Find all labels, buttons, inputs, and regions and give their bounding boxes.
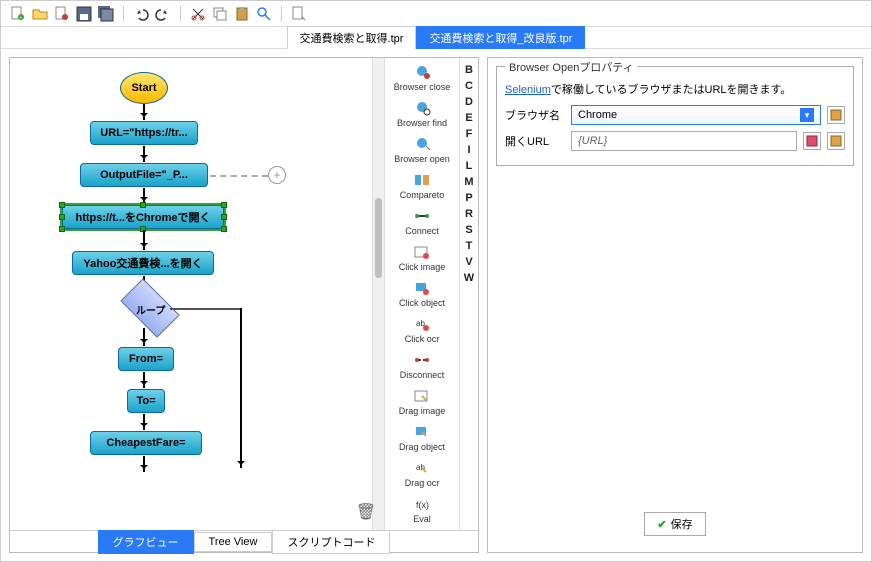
idx-W[interactable]: W bbox=[464, 272, 474, 284]
svg-text:f(x): f(x) bbox=[416, 500, 429, 510]
alphabet-index: B C D E F I L M P R S T V W bbox=[460, 58, 478, 530]
idx-M[interactable]: M bbox=[464, 176, 473, 188]
cmd-compareto[interactable]: Compareto bbox=[400, 172, 445, 200]
cmd-click-image[interactable]: Click image bbox=[399, 244, 446, 272]
start-node[interactable]: Start bbox=[120, 72, 168, 104]
command-palette: Browser close Browser find Browser open … bbox=[385, 58, 460, 530]
add-branch-icon[interactable]: + bbox=[268, 166, 286, 184]
cmd-browser-close[interactable]: Browser close bbox=[394, 64, 451, 92]
cmd-click-ocr[interactable]: abClick ocr bbox=[405, 316, 440, 344]
idx-S[interactable]: S bbox=[465, 224, 472, 236]
idx-L[interactable]: L bbox=[466, 160, 473, 172]
save-button[interactable]: ✔ 保存 bbox=[644, 512, 705, 536]
saveall-icon[interactable] bbox=[97, 5, 115, 23]
open-file-icon[interactable] bbox=[31, 5, 49, 23]
idx-D[interactable]: D bbox=[465, 96, 473, 108]
property-description: Seleniumで稼働しているブラウザまたはURLを開きます。 bbox=[505, 81, 845, 97]
idx-C[interactable]: C bbox=[465, 80, 473, 92]
undo-icon[interactable] bbox=[132, 5, 150, 23]
cmd-connect[interactable]: Connect bbox=[405, 208, 439, 236]
new-file-icon[interactable]: + bbox=[9, 5, 27, 23]
chevron-down-icon: ▾ bbox=[800, 108, 814, 122]
idx-R[interactable]: R bbox=[465, 208, 473, 220]
idx-I[interactable]: I bbox=[467, 144, 470, 156]
idx-P[interactable]: P bbox=[465, 192, 472, 204]
toolbar: + bbox=[1, 1, 871, 27]
viewtab-tree[interactable]: Tree View bbox=[194, 532, 273, 552]
paste-icon[interactable] bbox=[233, 5, 251, 23]
url-pick-icon[interactable] bbox=[827, 132, 845, 150]
url-input[interactable]: {URL} bbox=[571, 131, 797, 151]
idx-V[interactable]: V bbox=[465, 256, 472, 268]
redo-icon[interactable] bbox=[154, 5, 172, 23]
idx-F[interactable]: F bbox=[466, 128, 473, 140]
copy-icon[interactable] bbox=[211, 5, 229, 23]
editor-tabs: 交通費検索と取得.tpr 交通費検索と取得_改良版.tpr bbox=[1, 27, 871, 49]
browser-label: ブラウザ名 bbox=[505, 107, 565, 123]
node-url[interactable]: URL="https://tr... bbox=[90, 121, 198, 145]
property-group-title: Browser Openプロパティ bbox=[505, 59, 638, 75]
cmd-drag-ocr[interactable]: abDrag ocr bbox=[405, 460, 440, 488]
idx-T[interactable]: T bbox=[466, 240, 473, 252]
trash-icon[interactable]: 🗑 bbox=[356, 502, 376, 522]
browser-select[interactable]: Chrome ▾ bbox=[571, 105, 821, 125]
refresh-icon[interactable] bbox=[290, 5, 308, 23]
node-outputfile[interactable]: OutputFile="_P... bbox=[80, 163, 208, 187]
flowchart-panel: Start URL="https://tr... OutputFile="_P.… bbox=[9, 57, 479, 553]
tab-file-0[interactable]: 交通費検索と取得.tpr bbox=[287, 26, 417, 49]
node-yahoo[interactable]: Yahoo交通費検...を開く bbox=[72, 251, 214, 275]
scroll-thumb[interactable] bbox=[375, 198, 382, 278]
cmd-click-object[interactable]: Click object bbox=[399, 280, 445, 308]
cmd-eval[interactable]: f(x)Eval bbox=[412, 496, 432, 524]
idx-E[interactable]: E bbox=[465, 112, 472, 124]
view-tabs: グラフビュー Tree View スクリプトコード bbox=[10, 530, 478, 552]
cut-icon[interactable] bbox=[189, 5, 207, 23]
node-cheapest[interactable]: CheapestFare= bbox=[90, 431, 202, 455]
cmd-drag-image[interactable]: Drag image bbox=[399, 388, 446, 416]
cmd-browser-open[interactable]: Browser open bbox=[394, 136, 450, 164]
open-history-icon[interactable] bbox=[53, 5, 71, 23]
save-icon[interactable] bbox=[75, 5, 93, 23]
node-from[interactable]: From= bbox=[118, 347, 174, 371]
vertical-scrollbar[interactable] bbox=[372, 58, 384, 530]
url-var-icon[interactable] bbox=[803, 132, 821, 150]
property-panel: Browser Openプロパティ Seleniumで稼働しているブラウザまたは… bbox=[487, 57, 863, 553]
viewtab-graph[interactable]: グラフビュー bbox=[98, 530, 194, 554]
svg-text:+: + bbox=[20, 15, 23, 21]
browser-var-icon[interactable] bbox=[827, 106, 845, 124]
url-label: 開くURL bbox=[505, 133, 565, 149]
check-icon: ✔ bbox=[657, 518, 666, 531]
viewtab-script[interactable]: スクリプトコード bbox=[272, 530, 390, 554]
cmd-browser-find[interactable]: Browser find bbox=[397, 100, 447, 128]
node-to[interactable]: To= bbox=[127, 389, 165, 413]
idx-B[interactable]: B bbox=[465, 64, 473, 76]
tab-file-1[interactable]: 交通費検索と取得_改良版.tpr bbox=[416, 26, 585, 49]
selenium-link[interactable]: Selenium bbox=[505, 84, 551, 96]
cmd-drag-object[interactable]: Drag object bbox=[399, 424, 445, 452]
flowchart-canvas[interactable]: Start URL="https://tr... OutputFile="_P.… bbox=[10, 58, 385, 530]
search-icon[interactable] bbox=[255, 5, 273, 23]
cmd-disconnect[interactable]: Disconnect bbox=[400, 352, 445, 380]
